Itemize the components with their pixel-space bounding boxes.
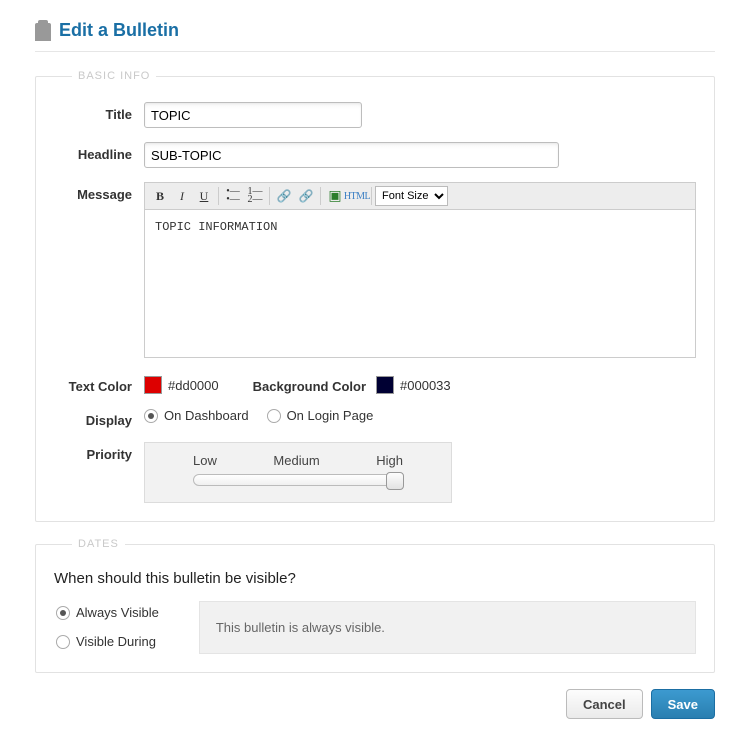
headline-input[interactable] bbox=[144, 142, 559, 168]
headline-label: Headline bbox=[54, 142, 132, 162]
font-size-select[interactable]: Font Size bbox=[375, 186, 448, 206]
always-visible-radio[interactable]: Always Visible bbox=[56, 605, 159, 620]
unlink-button[interactable]: 🔗 bbox=[295, 186, 317, 206]
clipboard-icon bbox=[35, 23, 51, 41]
priority-high-label: High bbox=[376, 453, 403, 468]
text-color-swatch[interactable] bbox=[144, 376, 162, 394]
title-row: Title bbox=[54, 102, 696, 128]
page-header: Edit a Bulletin bbox=[35, 20, 715, 52]
ordered-list-button[interactable]: 1—2— bbox=[244, 186, 266, 206]
radio-icon bbox=[56, 606, 70, 620]
headline-row: Headline bbox=[54, 142, 696, 168]
display-login-label: On Login Page bbox=[287, 408, 374, 423]
display-row: Display On Dashboard On Login Page bbox=[54, 408, 696, 428]
bg-color-value: #000033 bbox=[400, 376, 451, 393]
visibility-info-box: This bulletin is always visible. bbox=[199, 601, 696, 654]
slider-thumb-icon[interactable] bbox=[386, 472, 404, 490]
underline-button[interactable]: U bbox=[193, 186, 215, 206]
title-label: Title bbox=[54, 102, 132, 122]
save-button[interactable]: Save bbox=[651, 689, 715, 719]
page-title: Edit a Bulletin bbox=[59, 20, 179, 41]
bg-color-swatch[interactable] bbox=[376, 376, 394, 394]
radio-icon bbox=[144, 409, 158, 423]
visibility-options: Always Visible Visible During bbox=[56, 601, 177, 654]
message-label: Message bbox=[54, 182, 132, 202]
basic-info-legend: BASIC INFO bbox=[72, 70, 156, 82]
priority-row: Priority Low Medium High bbox=[54, 442, 696, 503]
basic-info-section: BASIC INFO Title Headline Message B I U … bbox=[35, 70, 715, 522]
always-visible-label: Always Visible bbox=[76, 605, 159, 620]
dates-legend: DATES bbox=[72, 538, 125, 550]
priority-slider[interactable] bbox=[193, 474, 403, 486]
display-login-radio[interactable]: On Login Page bbox=[267, 408, 374, 423]
link-button[interactable]: 🔗 bbox=[273, 186, 295, 206]
color-row: Text Color #dd0000 Background Color #000… bbox=[54, 375, 696, 394]
priority-box: Low Medium High bbox=[144, 442, 452, 503]
priority-label: Priority bbox=[54, 442, 132, 462]
html-button[interactable]: HTML bbox=[346, 186, 368, 206]
toolbar-separator bbox=[269, 187, 270, 205]
bold-button[interactable]: B bbox=[149, 186, 171, 206]
editor-wrap: B I U •—•— 1—2— 🔗 🔗 ▣ HTML Font Size TOP… bbox=[144, 182, 696, 361]
italic-button[interactable]: I bbox=[171, 186, 193, 206]
priority-low-label: Low bbox=[193, 453, 217, 468]
bg-color-label: Background Color bbox=[253, 375, 366, 394]
cancel-button[interactable]: Cancel bbox=[566, 689, 643, 719]
message-textarea[interactable]: TOPIC INFORMATION bbox=[144, 210, 696, 358]
toolbar-separator bbox=[320, 187, 321, 205]
display-dashboard-radio[interactable]: On Dashboard bbox=[144, 408, 249, 423]
editor-toolbar: B I U •—•— 1—2— 🔗 🔗 ▣ HTML Font Size bbox=[144, 182, 696, 210]
visible-during-label: Visible During bbox=[76, 634, 156, 649]
message-row: Message B I U •—•— 1—2— 🔗 🔗 ▣ HTML Font … bbox=[54, 182, 696, 361]
text-color-label: Text Color bbox=[54, 375, 132, 394]
dates-question: When should this bulletin be visible? bbox=[54, 570, 696, 587]
dates-row: Always Visible Visible During This bulle… bbox=[54, 601, 696, 654]
radio-icon bbox=[267, 409, 281, 423]
visibility-info-text: This bulletin is always visible. bbox=[216, 620, 385, 635]
dates-section: DATES When should this bulletin be visib… bbox=[35, 538, 715, 673]
visible-during-radio[interactable]: Visible During bbox=[56, 634, 159, 649]
unordered-list-button[interactable]: •—•— bbox=[222, 186, 244, 206]
display-label: Display bbox=[54, 408, 132, 428]
display-dashboard-label: On Dashboard bbox=[164, 408, 249, 423]
button-row: Cancel Save bbox=[35, 689, 715, 719]
radio-icon bbox=[56, 635, 70, 649]
toolbar-separator bbox=[218, 187, 219, 205]
priority-medium-label: Medium bbox=[273, 453, 319, 468]
toolbar-separator bbox=[371, 187, 372, 205]
priority-labels: Low Medium High bbox=[193, 453, 403, 468]
text-color-value: #dd0000 bbox=[168, 376, 219, 393]
title-input[interactable] bbox=[144, 102, 362, 128]
image-button[interactable]: ▣ bbox=[324, 186, 346, 206]
